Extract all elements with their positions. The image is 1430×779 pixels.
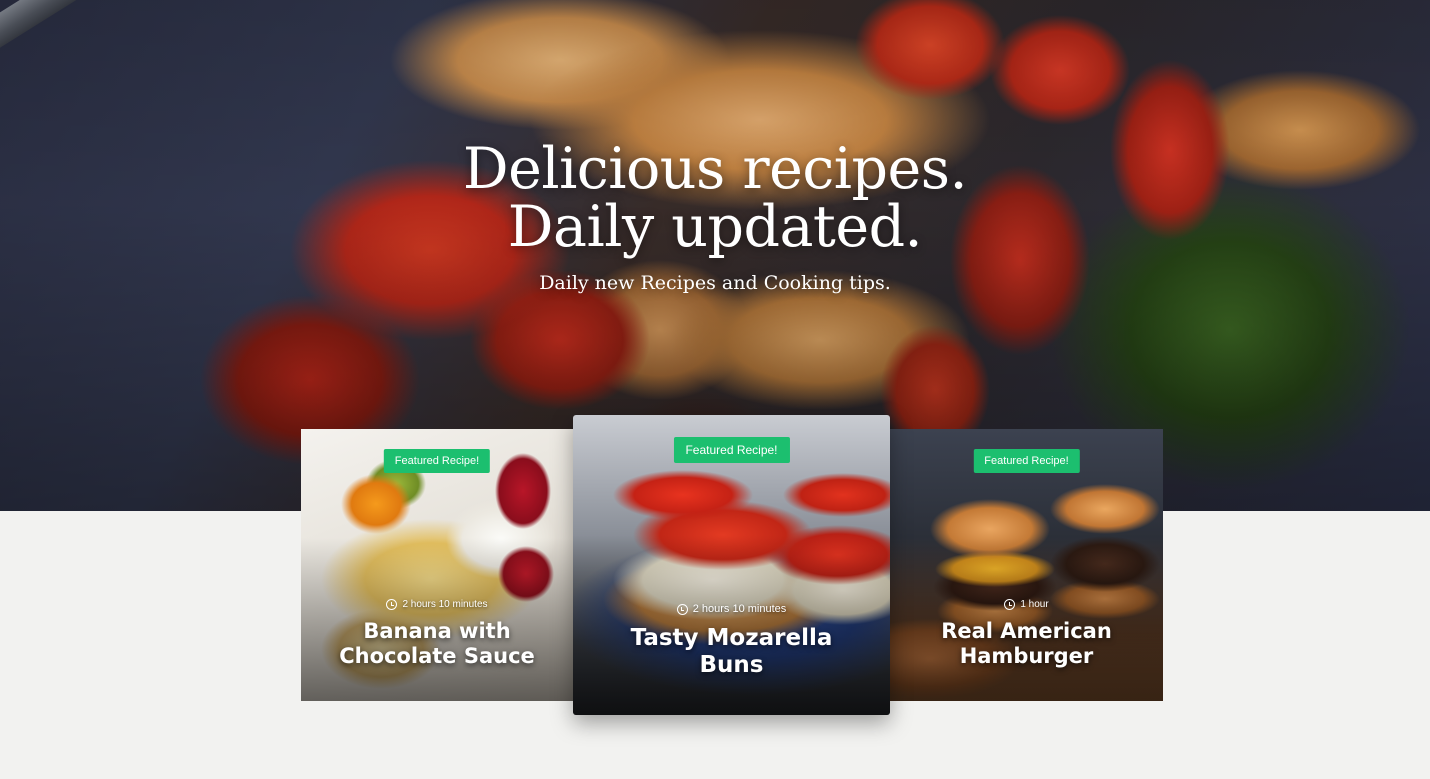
clock-icon — [386, 599, 398, 610]
hero-title-line2: Daily updated. — [507, 194, 923, 260]
hero-subtitle: Daily new Recipes and Cooking tips. — [539, 272, 891, 294]
clock-icon — [1004, 599, 1016, 610]
cook-time-label: 2 hours 10 minutes — [402, 599, 488, 610]
cook-time: 1 hour — [890, 598, 1163, 612]
recipe-title-line2: Buns — [699, 652, 764, 678]
featured-badge: Featured Recipe! — [973, 449, 1080, 473]
recipe-title[interactable]: Banana with Chocolate Sauce — [311, 619, 563, 669]
cook-time: 2 hours 10 minutes — [573, 602, 890, 616]
recipe-title-line1: Real American — [941, 619, 1112, 643]
recipe-title[interactable]: Tasty Mozarella Buns — [583, 625, 880, 679]
featured-badge: Featured Recipe! — [673, 437, 790, 463]
featured-badge: Featured Recipe! — [383, 449, 491, 473]
recipe-card-banana[interactable]: Featured Recipe! 2 hours 10 minutes Bana… — [301, 429, 573, 701]
recipe-title-line1: Banana with — [363, 619, 511, 643]
recipe-title[interactable]: Real American Hamburger — [900, 619, 1153, 669]
recipe-card-mozarella[interactable]: Featured Recipe! 2 hours 10 minutes Tast… — [573, 415, 890, 715]
cook-time: 2 hours 10 minutes — [301, 598, 573, 612]
hero-title-line1: Delicious recipes. — [462, 136, 968, 202]
hero-title: Delicious recipes. Daily updated. — [0, 140, 1430, 256]
recipe-card-hamburger[interactable]: Featured Recipe! 1 hour Real American Ha… — [890, 429, 1163, 701]
cook-time-label: 1 hour — [1020, 599, 1049, 610]
recipe-title-line2: Chocolate Sauce — [339, 644, 535, 668]
hero-content: Delicious recipes. Daily updated. Daily … — [0, 140, 1430, 294]
clock-icon — [676, 604, 688, 615]
recipe-title-line2: Hamburger — [959, 644, 1094, 668]
recipe-title-line1: Tasty Mozarella — [630, 625, 833, 651]
cook-time-label: 2 hours 10 minutes — [692, 603, 787, 615]
